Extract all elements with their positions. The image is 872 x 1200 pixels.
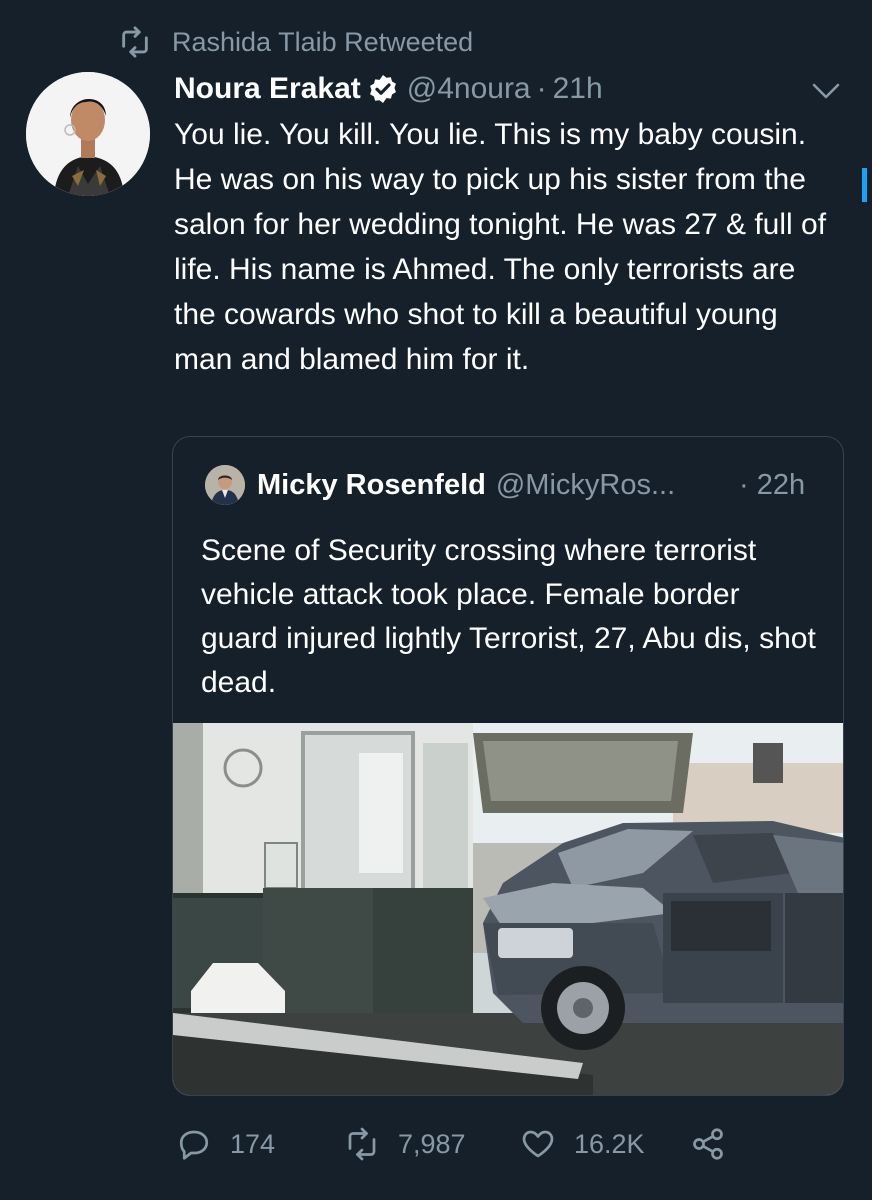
header-separator: · — [536, 72, 547, 105]
tweet-header: Noura Erakat @4noura · 21h — [174, 68, 603, 110]
retweet-icon — [118, 25, 152, 59]
author-name[interactable]: Noura Erakat — [174, 72, 361, 106]
tweet-text: You lie. You kill. You lie. This is my b… — [174, 118, 827, 376]
quoted-tweet-card[interactable]: Micky Rosenfeld @MickyRos... · 22h Scene… — [172, 436, 844, 1096]
retweet-icon — [344, 1126, 380, 1162]
scroll-indicator — [862, 168, 867, 202]
share-button[interactable] — [690, 1126, 744, 1162]
quoted-author-handle: @MickyRos... — [495, 468, 676, 501]
retweet-button[interactable]: 7,987 — [344, 1126, 520, 1162]
tweet-action-bar: 174 7,987 16.2K — [176, 1122, 744, 1166]
reply-button[interactable]: 174 — [176, 1126, 344, 1162]
share-icon — [690, 1126, 726, 1162]
retweet-count: 7,987 — [398, 1128, 466, 1159]
retweet-context[interactable]: Rashida Tlaib Retweeted — [118, 22, 473, 62]
heart-icon — [520, 1126, 556, 1162]
retweet-context-text: Rashida Tlaib Retweeted — [172, 26, 474, 57]
like-button[interactable]: 16.2K — [520, 1126, 690, 1162]
chevron-down-icon[interactable] — [808, 76, 844, 106]
quoted-tweet-text: Scene of Security crossing where terrori… — [201, 534, 816, 699]
quoted-tweet-timestamp: · 22h — [739, 468, 806, 501]
reply-icon — [176, 1126, 212, 1162]
quoted-tweet-photo[interactable] — [173, 723, 843, 1095]
quoted-tweet-header: Micky Rosenfeld @MickyRos... — [205, 461, 675, 509]
quoted-author-name: Micky Rosenfeld — [257, 468, 486, 501]
tweet-timestamp[interactable]: 21h — [553, 72, 603, 106]
reply-count: 174 — [230, 1128, 276, 1159]
author-handle[interactable]: @4noura — [407, 72, 531, 106]
author-avatar[interactable] — [26, 72, 150, 196]
like-count: 16.2K — [574, 1128, 645, 1159]
verified-badge-icon — [367, 73, 399, 105]
quoted-author-avatar — [205, 465, 245, 505]
